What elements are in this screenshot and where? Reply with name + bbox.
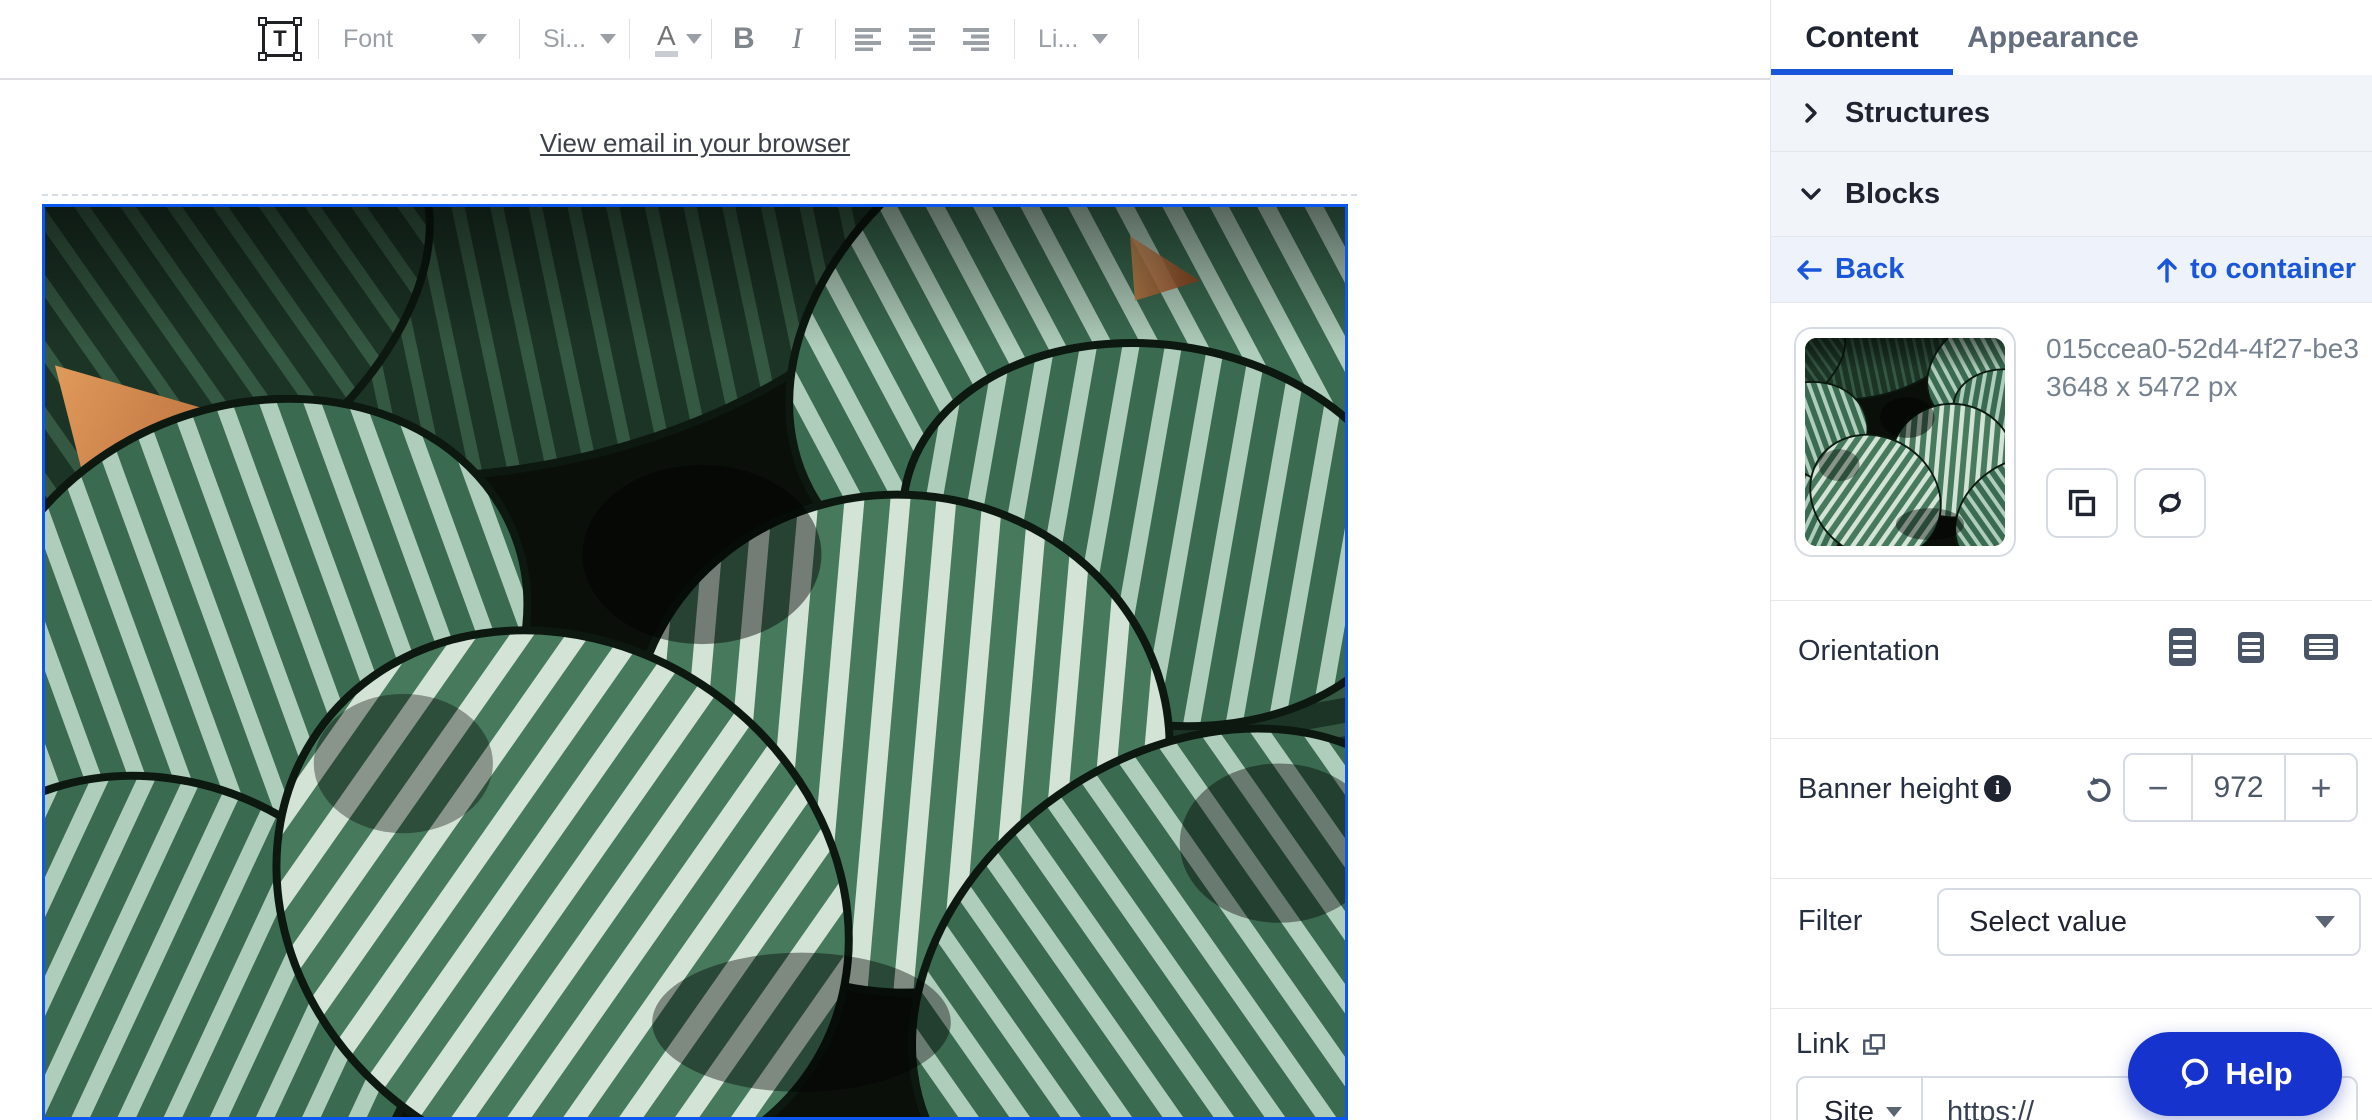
align-right-button[interactable] bbox=[963, 0, 991, 78]
refresh-icon bbox=[2153, 486, 2187, 520]
orientation-label: Orientation bbox=[1798, 635, 1940, 668]
link-label: Link bbox=[1796, 1028, 1849, 1061]
structures-accordion[interactable]: Structures bbox=[1771, 75, 2372, 152]
orientation-portrait-icon[interactable] bbox=[2169, 628, 2196, 666]
bold-button[interactable]: B bbox=[733, 0, 755, 78]
tab-content[interactable]: Content bbox=[1771, 0, 1953, 75]
sidebar-tabs: Content Appearance bbox=[1771, 0, 2372, 75]
font-size-label: Si... bbox=[543, 25, 586, 54]
section-divider bbox=[1771, 738, 2372, 739]
filter-select[interactable]: Select value bbox=[1937, 888, 2361, 956]
replace-image-button[interactable] bbox=[2134, 468, 2206, 538]
to-container-button[interactable]: to container bbox=[2154, 253, 2356, 286]
font-family-dropdown[interactable]: Font bbox=[343, 0, 487, 78]
help-label: Help bbox=[2225, 1056, 2292, 1092]
font-color-icon: A bbox=[655, 21, 678, 56]
block-nav-row: Back to container bbox=[1771, 237, 2372, 303]
link-row: Link bbox=[1796, 1028, 1887, 1061]
view-in-browser-link[interactable]: View email in your browser bbox=[540, 128, 850, 158]
blocks-label: Blocks bbox=[1845, 178, 1940, 211]
align-center-icon bbox=[909, 27, 937, 51]
copy-image-button[interactable] bbox=[2046, 468, 2118, 538]
link-type-value: Site bbox=[1824, 1096, 1874, 1120]
font-size-dropdown[interactable]: Si... bbox=[543, 0, 616, 78]
email-header-block: View email in your browser bbox=[42, 128, 1348, 159]
orientation-square-icon[interactable] bbox=[2238, 632, 2264, 663]
chevron-down-icon bbox=[600, 34, 616, 44]
toolbar-divider bbox=[1014, 19, 1015, 59]
reset-height-button[interactable] bbox=[2083, 775, 2113, 805]
copy-icon bbox=[2066, 487, 2098, 519]
toolbar-divider bbox=[519, 19, 520, 59]
chevron-down-icon bbox=[471, 34, 487, 44]
align-left-icon bbox=[855, 27, 883, 51]
chevron-down-icon bbox=[686, 34, 702, 44]
block-settings-panel: 015ccea0-52d4-4f27-be3... 3648 x 5472 px… bbox=[1771, 303, 2372, 1120]
to-container-label: to container bbox=[2190, 253, 2356, 286]
tab-appearance-label: Appearance bbox=[1967, 21, 2139, 55]
align-center-button[interactable] bbox=[909, 0, 937, 78]
back-label: Back bbox=[1835, 253, 1904, 286]
chevron-down-icon bbox=[1799, 182, 1823, 206]
line-spacing-label: Li... bbox=[1038, 25, 1078, 54]
align-right-icon bbox=[963, 27, 991, 51]
arrow-up-icon bbox=[2154, 256, 2180, 284]
toolbar-divider bbox=[835, 19, 836, 59]
font-family-label: Font bbox=[343, 25, 393, 54]
arrow-left-icon bbox=[1795, 257, 1823, 283]
leaves-photo bbox=[45, 207, 1345, 1117]
structures-label: Structures bbox=[1845, 97, 1990, 130]
decrease-height-button[interactable]: − bbox=[2125, 755, 2193, 820]
italic-button[interactable]: I bbox=[792, 0, 802, 78]
back-button[interactable]: Back bbox=[1795, 253, 1904, 286]
info-icon[interactable]: i bbox=[1984, 775, 2011, 802]
section-divider bbox=[1771, 600, 2372, 601]
image-dimensions: 3648 x 5472 px bbox=[2046, 371, 2361, 403]
banner-height-stepper: − + bbox=[2123, 753, 2358, 822]
image-thumbnail bbox=[1805, 338, 2005, 546]
image-filename: 015ccea0-52d4-4f27-be3... bbox=[2046, 333, 2361, 365]
chevron-down-icon bbox=[1886, 1107, 1902, 1117]
orientation-options bbox=[2169, 628, 2338, 666]
italic-icon: I bbox=[792, 22, 802, 56]
chevron-right-icon bbox=[1799, 101, 1823, 125]
image-thumbnail-card[interactable] bbox=[1794, 327, 2016, 557]
toolbar-divider bbox=[629, 19, 630, 59]
chevron-down-icon bbox=[1092, 34, 1108, 44]
toolbar-divider bbox=[318, 19, 319, 59]
toolbar-divider bbox=[711, 19, 712, 59]
text-formatting-toolbar: T Font Si... A B I bbox=[0, 0, 1770, 80]
toolbar-divider bbox=[1138, 19, 1139, 59]
link-type-dropdown[interactable]: Site bbox=[1798, 1078, 1923, 1120]
section-divider bbox=[1771, 1008, 2372, 1009]
duplicate-link-icon[interactable] bbox=[1861, 1032, 1887, 1058]
undo-icon bbox=[2083, 775, 2113, 805]
tab-content-label: Content bbox=[1805, 21, 1918, 55]
section-divider bbox=[1771, 878, 2372, 879]
banner-height-label: Banner height bbox=[1798, 773, 1979, 806]
help-button[interactable]: Help bbox=[2128, 1032, 2342, 1116]
orientation-landscape-icon[interactable] bbox=[2304, 634, 2338, 660]
text-block-tool-button[interactable]: T bbox=[262, 0, 298, 78]
line-spacing-dropdown[interactable]: Li... bbox=[1038, 0, 1108, 78]
chat-bubble-icon bbox=[2177, 1056, 2213, 1092]
chevron-down-icon bbox=[2315, 916, 2335, 928]
filter-select-value: Select value bbox=[1969, 906, 2127, 939]
banner-height-input[interactable] bbox=[2193, 755, 2284, 820]
email-canvas: T Font Si... A B I bbox=[0, 0, 1770, 1120]
align-left-button[interactable] bbox=[855, 0, 883, 78]
settings-sidebar: Content Appearance Structures Blocks bbox=[1770, 0, 2372, 1120]
filter-label: Filter bbox=[1798, 905, 1862, 938]
structure-outline bbox=[42, 194, 1357, 196]
text-frame-icon: T bbox=[262, 21, 298, 57]
increase-height-button[interactable]: + bbox=[2284, 755, 2356, 820]
email-editor-app: T Font Si... A B I bbox=[0, 0, 2372, 1120]
selected-banner-image-block[interactable] bbox=[42, 204, 1348, 1120]
blocks-accordion[interactable]: Blocks bbox=[1771, 152, 2372, 237]
font-color-dropdown[interactable]: A bbox=[655, 0, 702, 78]
tab-appearance[interactable]: Appearance bbox=[1953, 0, 2153, 75]
bold-icon: B bbox=[733, 22, 755, 56]
